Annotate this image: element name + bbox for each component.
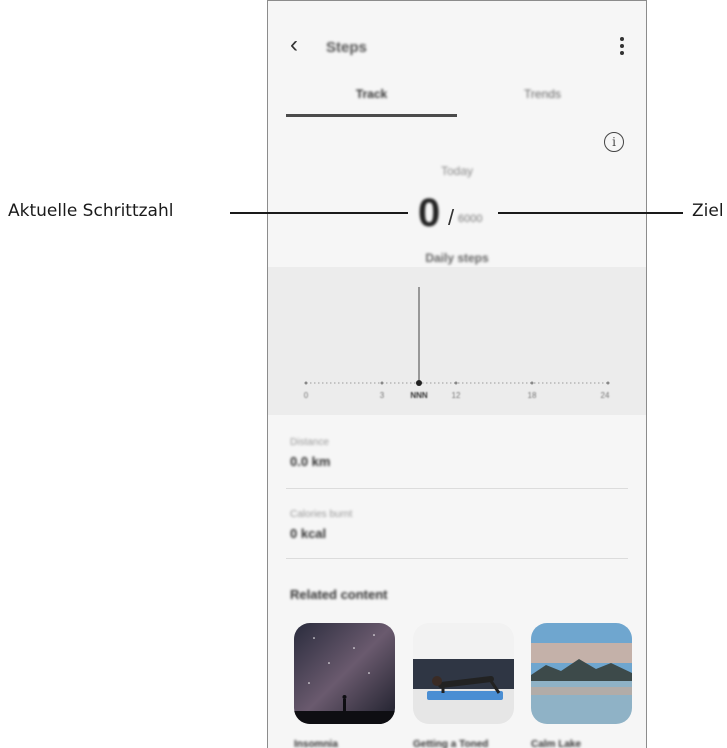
tick-label-current: NNN [410, 391, 428, 400]
lake-image [531, 623, 632, 724]
tick-label: 0 [304, 391, 309, 400]
calories-label: Calories burnt [290, 509, 353, 520]
related-content-list: Insomnia Getting a Toned Calm Lake [294, 623, 634, 748]
divider [286, 558, 628, 559]
distance-value: 0.0 km [290, 454, 331, 469]
tab-trends[interactable]: Trends [457, 87, 628, 101]
callout-goal-label: Ziel [692, 201, 724, 221]
tick-label: 3 [380, 391, 385, 400]
callout-current-steps-label: Aktuelle Schrittzahl [8, 201, 174, 221]
night-sky-image [294, 623, 395, 724]
tab-active-indicator [286, 114, 457, 117]
tick-label: 18 [528, 391, 537, 400]
phone-screen: ‹ Steps Track Trends i Today 0 / 6000 Da… [267, 0, 647, 748]
distance-label: Distance [290, 437, 329, 448]
page-title: Steps [326, 39, 367, 56]
axis-tick [530, 381, 534, 385]
step-timeline-chart: 0 3 NNN 12 18 24 [268, 267, 646, 415]
info-icon[interactable]: i [604, 132, 624, 152]
tick-label: 24 [601, 391, 610, 400]
timeline-svg: 0 3 NNN 12 18 24 [304, 287, 610, 400]
tab-bar: Track Trends [286, 87, 628, 119]
steps-separator: / [448, 205, 455, 230]
day-label: Today [440, 164, 474, 178]
axis-tick [606, 381, 610, 385]
related-content-heading: Related content [290, 587, 388, 602]
related-card-workout[interactable] [413, 623, 514, 724]
steps-current-value: 0 [418, 191, 441, 235]
tab-track[interactable]: Track [286, 87, 457, 101]
related-card-lake[interactable] [531, 623, 632, 724]
axis-tick [454, 381, 458, 385]
daily-steps-label: Daily steps [425, 251, 489, 265]
calories-value: 0 kcal [290, 526, 327, 541]
workout-image [413, 623, 514, 724]
more-options-icon[interactable] [620, 37, 624, 58]
callout-current-steps-line [230, 212, 408, 214]
divider [286, 488, 628, 489]
axis-tick [304, 381, 308, 385]
tick-label: 12 [452, 391, 461, 400]
related-card-night-sky[interactable] [294, 623, 395, 724]
axis-tick [380, 381, 384, 385]
distance-stat: Distance 0.0 km [290, 437, 628, 469]
calories-stat: Calories burnt 0 kcal [290, 509, 628, 541]
back-arrow-icon[interactable]: ‹ [290, 33, 298, 57]
app-bar: ‹ Steps [268, 29, 646, 65]
callout-goal-line [498, 212, 683, 214]
current-time-marker-dot [416, 380, 422, 386]
steps-goal-value: 6000 [458, 213, 483, 225]
